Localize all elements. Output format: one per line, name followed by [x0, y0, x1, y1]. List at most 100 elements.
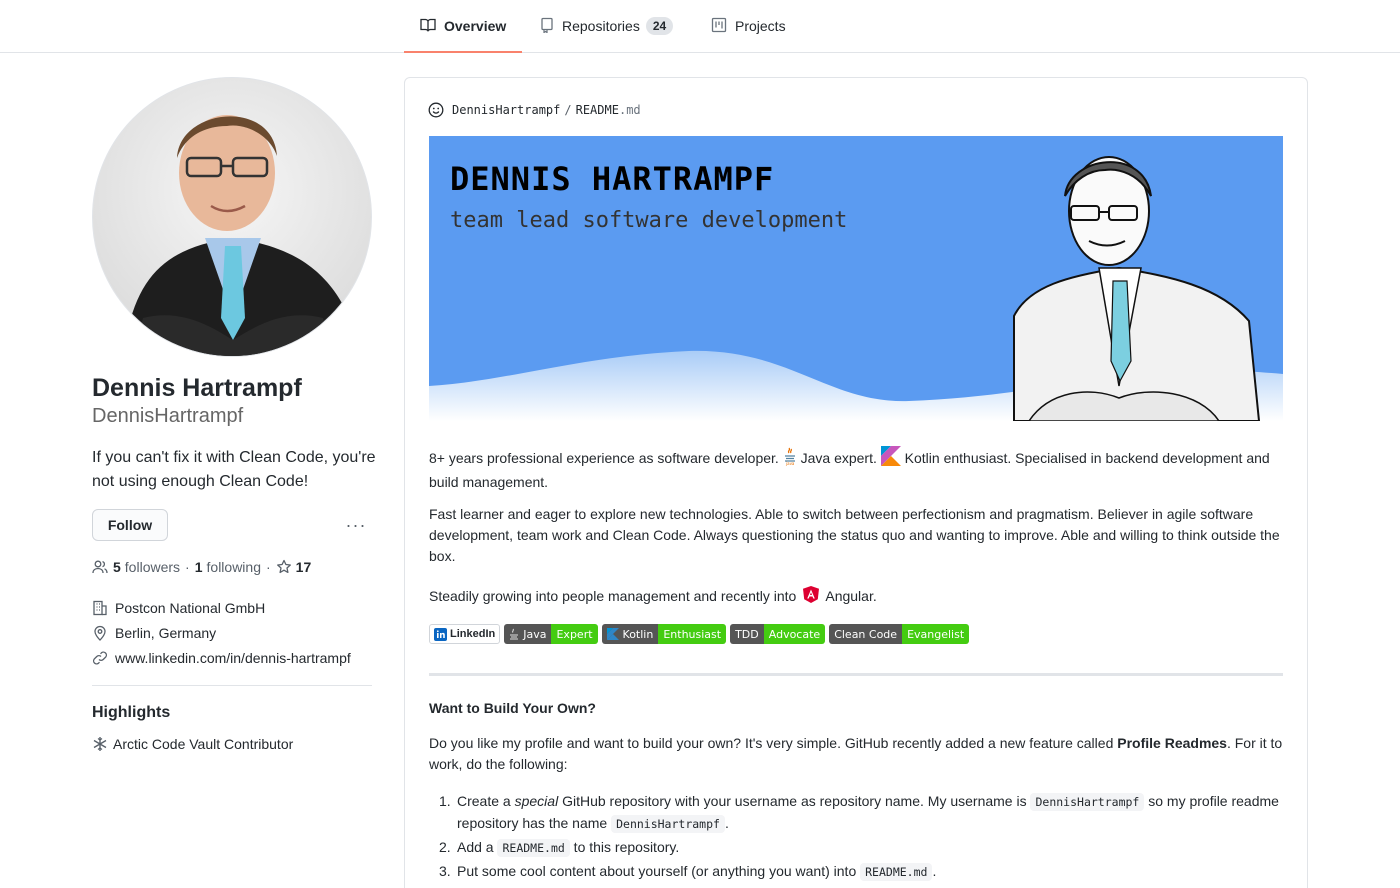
- repositories-count-badge: 24: [645, 17, 674, 35]
- highlights-title: Highlights: [92, 704, 171, 721]
- location-icon: [92, 625, 115, 641]
- java-badge: Java Expert: [504, 624, 598, 644]
- readme-owner-link[interactable]: DennisHartrampf: [452, 103, 560, 117]
- vcard-company: Postcon National GmbH: [92, 600, 265, 616]
- tdd-badge-right: Advocate: [763, 624, 826, 644]
- stars-count: 17: [295, 559, 312, 575]
- java-badge-left: Java: [523, 627, 547, 641]
- following-count: 1: [194, 559, 203, 575]
- tab-overview[interactable]: Overview: [403, 0, 523, 53]
- tab-overview-label: Overview: [444, 18, 507, 34]
- path-separator: /: [564, 103, 572, 117]
- following-label: following: [206, 559, 261, 575]
- star-icon: [276, 559, 292, 575]
- website-link[interactable]: www.linkedin.com/in/dennis-hartrampf: [115, 650, 351, 666]
- kotlin-icon: [880, 446, 901, 472]
- java-badge-right: Expert: [551, 624, 598, 644]
- list-text: Create a: [457, 793, 515, 809]
- followers-count: 5: [113, 559, 121, 575]
- badge-row: LinkedIn Java Expert Kotlin Enthusiast T…: [429, 624, 970, 644]
- link-icon: [92, 650, 115, 666]
- stats-separator: ·: [185, 559, 190, 575]
- clean-code-badge-right: Evangelist: [902, 624, 970, 644]
- linkedin-badge[interactable]: LinkedIn: [429, 624, 501, 644]
- project-icon: [711, 17, 735, 36]
- profile-readmes-bold: Profile Readmes: [1117, 735, 1227, 751]
- kotlin-badge-right: Enthusiast: [658, 624, 727, 644]
- profile-bio: If you can't fix it with Clean Code, you…: [92, 449, 376, 490]
- profile-full-name: Dennis Hartrampf: [92, 374, 302, 402]
- list-text: Put some cool content about yourself (or…: [457, 863, 861, 879]
- list-item: 2. Add a README.md to this repository.: [439, 837, 1289, 859]
- readme-horizontal-rule: [429, 673, 1283, 676]
- list-number: 1.: [439, 793, 451, 809]
- linkedin-icon: [434, 627, 447, 641]
- repo-icon: [540, 17, 562, 36]
- banner-tagline: team lead software development: [450, 208, 848, 233]
- inline-code: DennisHartrampf: [611, 815, 725, 833]
- tab-projects[interactable]: Projects: [711, 0, 786, 52]
- linkedin-badge-label: LinkedIn: [450, 628, 496, 640]
- readme-file-base: README: [575, 103, 619, 117]
- followers-link[interactable]: 5 followers: [113, 559, 180, 575]
- readme-file-ext: .md: [618, 103, 641, 117]
- tab-repositories-label: Repositories: [562, 18, 640, 34]
- snowflake-icon: [92, 736, 113, 752]
- angular-icon: [803, 586, 820, 609]
- clean-code-badge: Clean Code Evangelist: [829, 624, 970, 644]
- inline-code: DennisHartrampf: [1030, 793, 1145, 811]
- stats-separator: ·: [266, 559, 271, 575]
- clean-code-badge-left: Clean Code: [829, 624, 903, 644]
- list-text: GitHub repository with your username as …: [558, 793, 1031, 809]
- readme-paragraph-intro: Do you like my profile and want to build…: [429, 733, 1289, 775]
- readme-file-link[interactable]: README.md: [576, 103, 641, 117]
- company-name: Postcon National GmbH: [115, 600, 266, 616]
- readme-paragraph-angular: Steadily growing into people management …: [429, 586, 1289, 609]
- follow-button[interactable]: Follow: [92, 509, 168, 541]
- profile-nav: Overview Repositories 24 Projects: [0, 0, 1400, 53]
- list-emphasis: special: [514, 793, 559, 809]
- list-number: 3.: [439, 863, 451, 879]
- tab-repositories[interactable]: Repositories 24: [540, 0, 674, 52]
- location-text: Berlin, Germany: [115, 625, 217, 641]
- stars-link[interactable]: 17: [276, 559, 316, 575]
- following-link[interactable]: 1 following: [195, 559, 261, 575]
- svg-text:java: java: [785, 461, 795, 466]
- highlight-arctic-vault[interactable]: Arctic Code Vault Contributor: [92, 736, 293, 752]
- readme-path: DennisHartrampf / README.md: [428, 102, 641, 118]
- book-icon: [420, 17, 444, 36]
- tdd-badge-left: TDD: [730, 624, 764, 644]
- list-item: 3. Put some cool content about yourself …: [439, 861, 1289, 883]
- readme-banner: DENNIS HARTRAMPF team lead software deve…: [429, 136, 1283, 421]
- list-text: .: [932, 863, 937, 879]
- tdd-badge: TDD Advocate: [730, 624, 826, 644]
- java-text: Java expert.: [800, 450, 877, 466]
- sketch-portrait: [1013, 156, 1261, 421]
- people-icon: [92, 559, 108, 575]
- list-item: 1. Create a special GitHub repository wi…: [439, 791, 1289, 835]
- angular-lead-text: Steadily growing into people management …: [429, 588, 797, 604]
- inline-code: README.md: [497, 839, 570, 857]
- list-text: Add a: [457, 839, 498, 855]
- readme-heading-build-your-own: Want to Build Your Own?: [429, 700, 596, 716]
- sidebar-divider: [92, 685, 372, 686]
- vcard-website[interactable]: www.linkedin.com/in/dennis-hartrampf: [92, 650, 351, 666]
- readme-paragraph-personality: Fast learner and eager to explore new te…: [429, 506, 1280, 564]
- inline-code: README.md: [860, 863, 933, 881]
- smiley-icon: [428, 102, 452, 118]
- organization-icon: [92, 600, 115, 616]
- list-text: .: [724, 815, 729, 831]
- intro-text-a: Do you like my profile and want to build…: [429, 735, 1118, 751]
- angular-text: Angular.: [825, 588, 877, 604]
- profile-stats: 5 followers · 1 following · 17: [92, 559, 315, 575]
- profile-username: DennisHartrampf: [92, 405, 244, 427]
- tab-projects-label: Projects: [735, 18, 786, 34]
- followers-label: followers: [124, 559, 181, 575]
- more-options-button[interactable]: ···: [344, 514, 368, 536]
- vcard-location: Berlin, Germany: [92, 625, 216, 641]
- banner-name: DENNIS HARTRAMPF: [450, 160, 775, 198]
- list-number: 2.: [439, 839, 451, 855]
- java-badge-icon: [509, 628, 519, 640]
- avatar[interactable]: [92, 77, 372, 357]
- kotlin-badge-icon: [606, 628, 619, 640]
